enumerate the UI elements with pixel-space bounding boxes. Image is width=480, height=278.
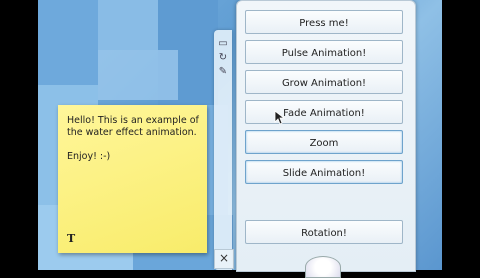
sticky-note[interactable]: Hello! This is an example of the water e… xyxy=(58,105,207,253)
wrench-icon[interactable]: ✎ xyxy=(217,66,229,78)
refresh-icon[interactable]: ↻ xyxy=(217,52,229,64)
pulse-animation-button[interactable]: Pulse Animation! xyxy=(245,40,403,64)
left-letterbox xyxy=(0,0,38,270)
rotation-button[interactable]: Rotation! xyxy=(245,220,403,244)
fade-animation-button[interactable]: Fade Animation! xyxy=(245,100,403,124)
wallpaper-tile xyxy=(98,0,158,50)
note-text-format-icon[interactable]: T xyxy=(67,233,75,245)
slide-animation-button[interactable]: Slide Animation! xyxy=(245,160,403,184)
zoom-button[interactable]: Zoom xyxy=(245,130,403,154)
emblem-icon xyxy=(305,256,341,278)
close-icon[interactable]: × xyxy=(214,249,234,269)
window-icon[interactable]: ▭ xyxy=(217,38,229,50)
widget-toolbar: ▭ ↻ ✎ xyxy=(214,30,232,270)
note-text[interactable]: Hello! This is an example of the water e… xyxy=(67,115,201,163)
right-letterbox xyxy=(442,0,480,270)
mouse-cursor-icon xyxy=(274,110,286,125)
grow-animation-button[interactable]: Grow Animation! xyxy=(245,70,403,94)
wallpaper-tile xyxy=(38,0,98,85)
animation-widget-panel: Press me! Pulse Animation! Grow Animatio… xyxy=(236,0,416,278)
press-me-button[interactable]: Press me! xyxy=(245,10,403,34)
wallpaper-tile xyxy=(98,50,178,100)
